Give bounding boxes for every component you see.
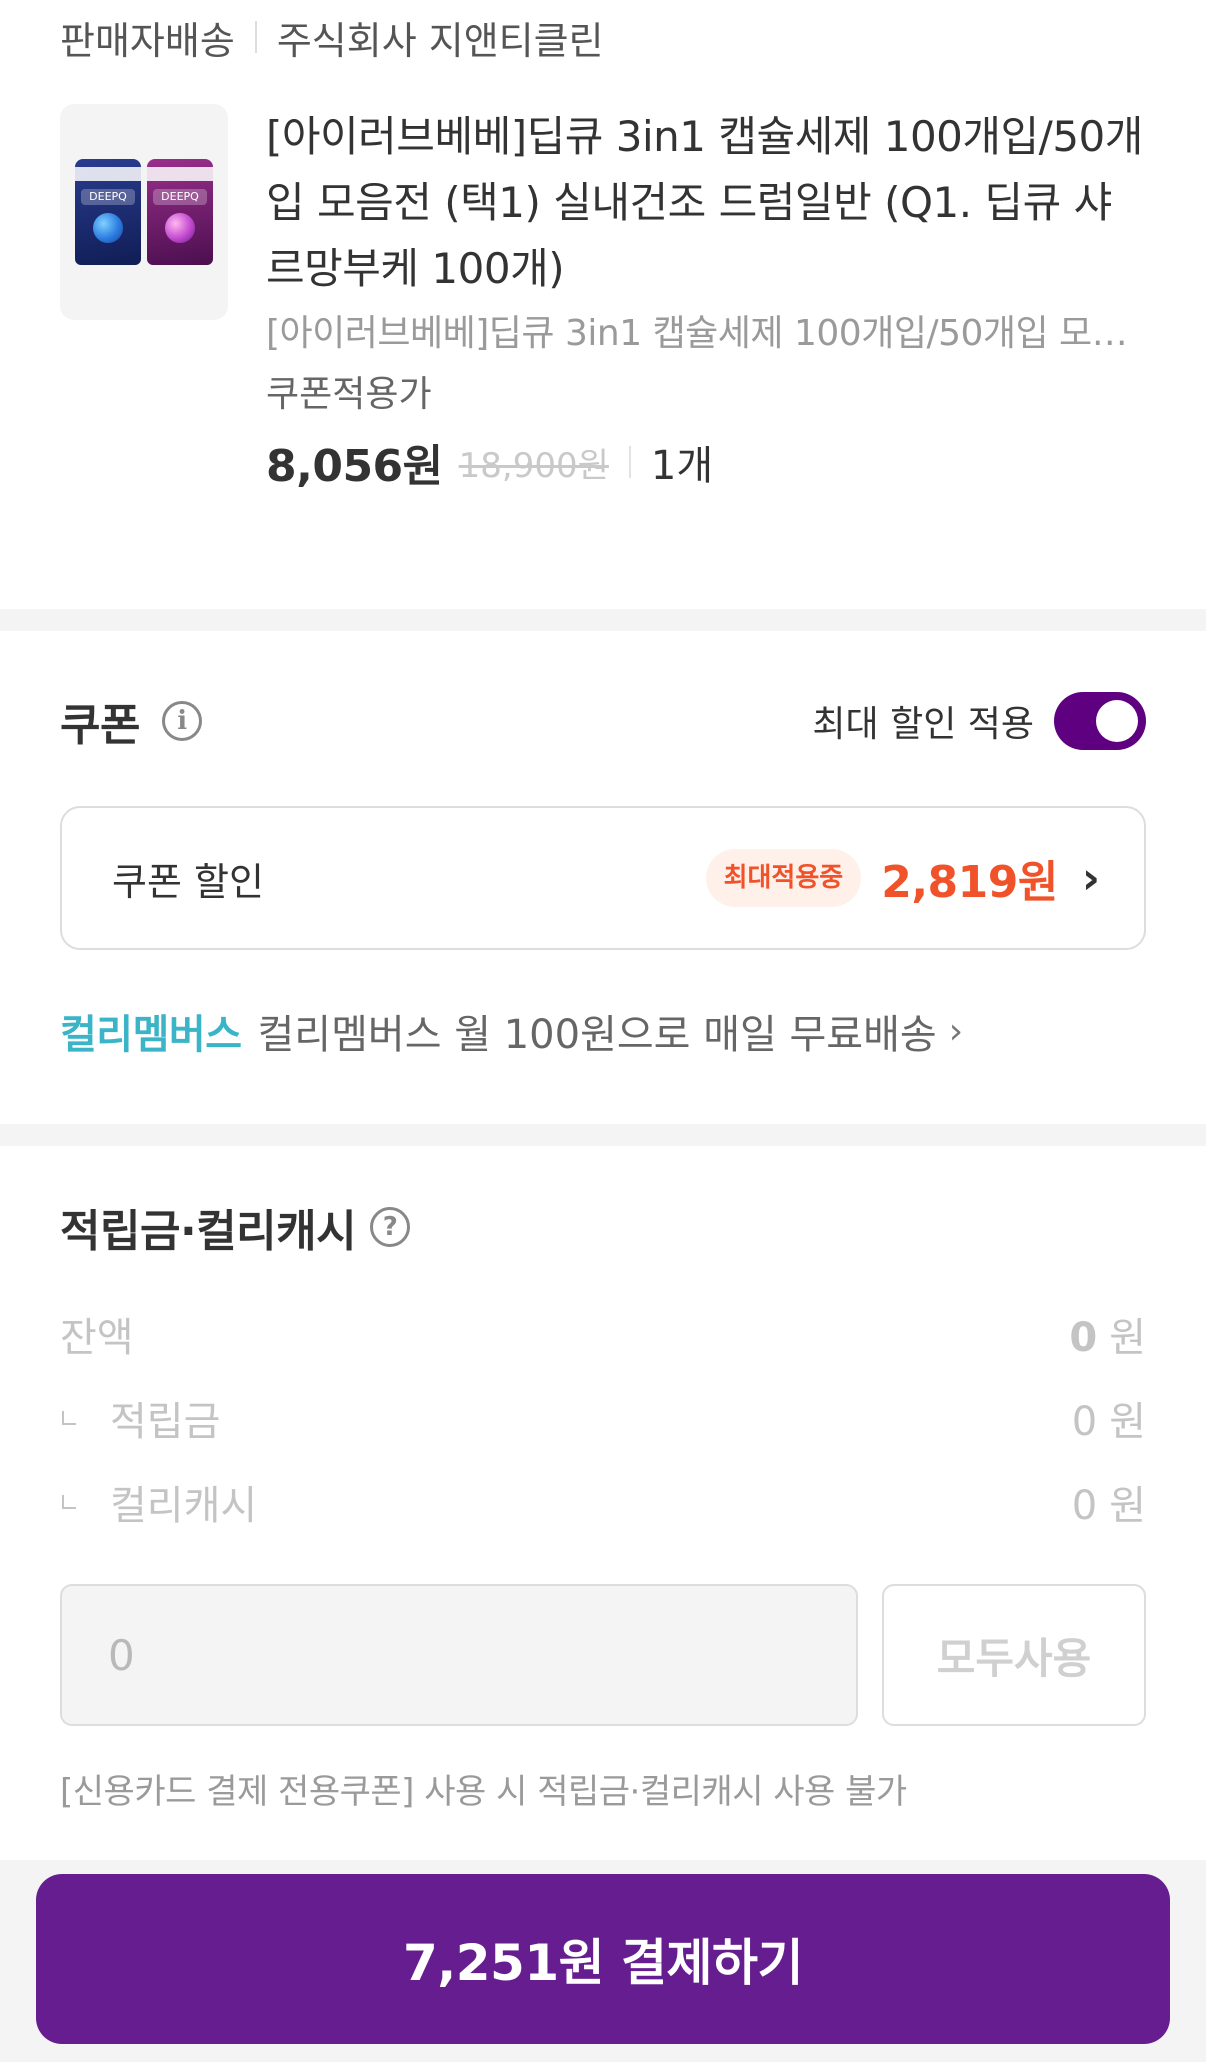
points-amount-input[interactable]: [60, 1584, 858, 1726]
points-notice: [신용카드 결제 전용쿠폰] 사용 시 적립금·컬리캐시 사용 불가: [60, 1772, 907, 1812]
balance-row: 잔액 0원: [60, 1304, 1146, 1364]
membership-text: 컬리멤버스 월 100원으로 매일 무료배송: [257, 1012, 937, 1058]
chevron-right-icon: ›: [948, 1010, 964, 1052]
coupon-discount-row[interactable]: 쿠폰 할인 최대적용중 2,819원 ›: [60, 806, 1146, 950]
info-icon[interactable]: i: [161, 701, 202, 741]
coupon-section-title: 쿠폰 i: [60, 688, 202, 754]
seller-name: 주식회사 지앤티클린: [276, 18, 604, 63]
kurly-cash-row: 컬리캐시 0원: [60, 1472, 1146, 1532]
chevron-right-icon: ›: [1081, 852, 1100, 904]
discounted-price: 8,056원: [266, 441, 443, 492]
product-info: [아이러브베베]딥큐 3in1 캡슐세제 100개입/50개입 모음전 (택1)…: [266, 104, 1146, 498]
max-discount-toggle[interactable]: [1054, 692, 1146, 750]
original-price: 18,900원: [458, 445, 609, 486]
seller-info: 판매자배송 주식회사 지앤티클린: [60, 12, 604, 63]
max-discount-row: 최대 할인 적용: [812, 688, 1146, 754]
product-option: [아이러브베베]딥큐 3in1 캡슐세제 100개입/50개입 모음전 (택1)…: [266, 313, 1146, 354]
balance-label: 잔액: [60, 1315, 134, 1361]
quantity: 1개: [650, 443, 714, 489]
membership-banner[interactable]: 컬리멤버스 컬리멤버스 월 100원으로 매일 무료배송 ›: [60, 1000, 963, 1062]
price-divider: [628, 446, 631, 478]
max-discount-label: 최대 할인 적용: [812, 704, 1034, 745]
detergent-pouch-image: DEEPQ: [147, 159, 213, 265]
reward-points-label: 적립금: [110, 1399, 221, 1445]
points-section-title: 적립금·컬리캐시 ?: [60, 1194, 411, 1260]
indent-corner-icon: [62, 1411, 76, 1425]
reward-points-value: 0원: [1071, 1399, 1146, 1445]
pay-button[interactable]: 7,251원 결제하기: [36, 1874, 1170, 2044]
coupon-price-label: 쿠폰적용가: [266, 374, 432, 415]
detergent-pouch-image: DEEPQ: [75, 159, 141, 265]
toggle-knob: [1096, 700, 1138, 742]
seller-divider: [254, 21, 257, 53]
reward-points-row: 적립금 0원: [60, 1388, 1146, 1448]
delivery-type: 판매자배송: [60, 18, 235, 63]
use-all-button[interactable]: 모두사용: [882, 1584, 1146, 1726]
indent-corner-icon: [62, 1495, 76, 1509]
membership-brand: 컬리멤버스: [60, 1012, 242, 1058]
kurly-cash-value: 0원: [1071, 1483, 1146, 1529]
product-title[interactable]: [아이러브베베]딥큐 3in1 캡슐세제 100개입/50개입 모음전 (택1)…: [266, 104, 1146, 302]
balance-value: 0원: [1069, 1315, 1146, 1361]
max-applied-badge: 최대적용중: [705, 849, 862, 907]
points-title: 적립금·컬리캐시: [60, 1206, 357, 1257]
checkout-page: 판매자배송 주식회사 지앤티클린 DEEPQ DEEPQ [아이러브베베]딥큐 …: [0, 0, 1206, 2062]
kurly-cash-label: 컬리캐시: [110, 1483, 258, 1529]
coupon-discount-amount: 2,819원: [881, 857, 1058, 908]
coupon-title: 쿠폰: [60, 700, 140, 751]
price-row: 8,056원 18,900원 1개: [266, 426, 1146, 498]
help-icon[interactable]: ?: [370, 1207, 411, 1247]
section-divider: [0, 1124, 1206, 1146]
section-divider: [0, 609, 1206, 631]
coupon-discount-label: 쿠폰 할인: [112, 859, 264, 904]
product-thumbnail[interactable]: DEEPQ DEEPQ: [60, 104, 228, 320]
